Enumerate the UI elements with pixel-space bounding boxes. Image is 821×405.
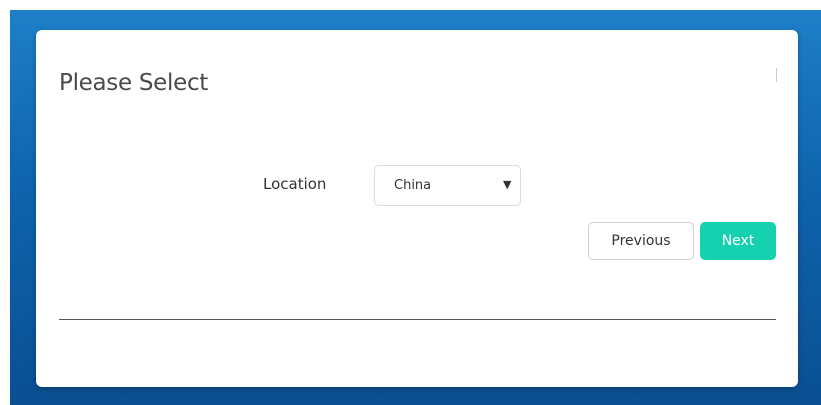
location-select[interactable]: China ▼: [374, 165, 521, 206]
chevron-down-icon: ▼: [503, 178, 512, 191]
location-label: Location: [263, 175, 327, 193]
selection-dialog: Please Select Location China ▼ Previous …: [36, 30, 798, 387]
divider: [59, 319, 776, 320]
next-button[interactable]: Next: [700, 222, 776, 260]
previous-button[interactable]: Previous: [588, 222, 694, 260]
location-select-value: China: [394, 178, 432, 193]
dialog-title: Please Select: [59, 70, 209, 96]
close-icon[interactable]: [776, 68, 777, 82]
